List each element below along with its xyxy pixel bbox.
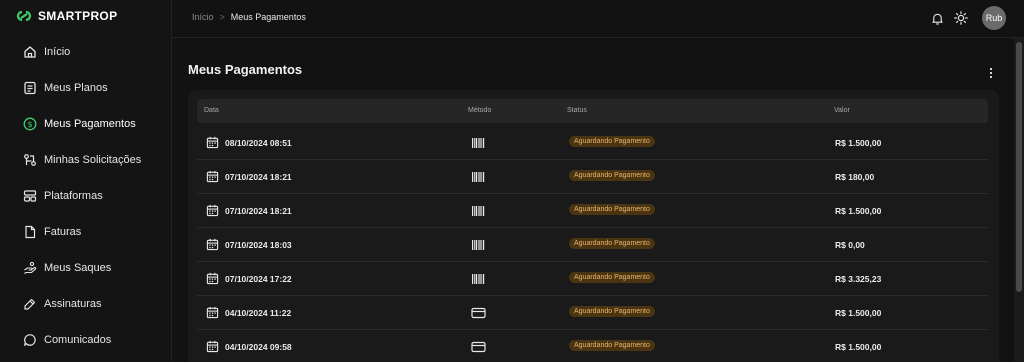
invoice-icon (23, 225, 37, 239)
breadcrumb-current: Meus Pagamentos (230, 12, 306, 22)
dollar-circle-icon: $ (23, 117, 37, 131)
avatar[interactable]: Rub (982, 6, 1006, 30)
column-header-date[interactable]: Data (204, 107, 219, 114)
calendar-icon (206, 204, 219, 217)
sidebar-item-plataformas[interactable]: Plataformas (0, 178, 172, 214)
barcode-icon (471, 171, 485, 185)
plans-icon (23, 81, 37, 95)
cell-date: 08/10/2024 08:51 (206, 136, 292, 149)
requests-icon (23, 153, 37, 167)
date-text: 07/10/2024 18:03 (225, 239, 292, 250)
sidebar-nav: Início Meus Planos $ Meus Pagamentos Min… (0, 34, 172, 358)
date-text: 07/10/2024 18:21 (225, 171, 292, 182)
sidebar-item-label: Início (44, 46, 71, 58)
table-row[interactable]: 07/10/2024 17:22 Aguardando Pagamento R$ 3… (197, 262, 988, 296)
status-badge: Aguardando Pagamento (569, 204, 655, 215)
date-text: 08/10/2024 08:51 (225, 137, 292, 148)
date-text: 07/10/2024 18:21 (225, 205, 292, 216)
sidebar-item-comunicados[interactable]: Comunicados (0, 322, 172, 358)
chat-icon (23, 333, 37, 347)
status-badge: Aguardando Pagamento (569, 136, 655, 147)
barcode-icon (471, 205, 485, 219)
withdraw-icon (23, 261, 37, 275)
value-text: R$ 1.500,00 (835, 342, 882, 352)
calendar-icon (206, 340, 219, 353)
bell-icon[interactable] (930, 11, 944, 25)
signature-icon (23, 297, 37, 311)
sidebar-item-label: Plataformas (44, 190, 103, 202)
sun-icon[interactable] (954, 11, 968, 25)
logo-icon (16, 10, 32, 22)
sidebar: SMARTPROP Início Meus Planos $ Meus Paga… (0, 0, 172, 362)
page-title: Meus Pagamentos (188, 62, 303, 77)
sidebar-item-meus-planos[interactable]: Meus Planos (0, 70, 172, 106)
calendar-icon (206, 238, 219, 251)
logo[interactable]: SMARTPROP (15, 8, 117, 24)
column-header-status[interactable]: Status (567, 107, 587, 114)
table-row[interactable]: 07/10/2024 18:21 Aguardando Pagamento R$ 1… (197, 194, 988, 228)
date-text: 07/10/2024 17:22 (225, 273, 292, 284)
sidebar-item-minhas-solicitacoes[interactable]: Minhas Solicitações (0, 142, 172, 178)
more-options-icon[interactable] (984, 66, 998, 80)
svg-text:$: $ (27, 120, 32, 129)
sidebar-item-inicio[interactable]: Início (0, 34, 172, 70)
barcode-icon (471, 239, 485, 253)
table-header: Data Método Status Valor (197, 99, 988, 123)
value-text: R$ 180,00 (835, 172, 875, 182)
home-icon (23, 45, 37, 59)
value-text: R$ 0,00 (835, 240, 865, 250)
sidebar-item-meus-saques[interactable]: Meus Saques (0, 250, 172, 286)
status-badge: Aguardando Pagamento (569, 238, 655, 249)
calendar-icon (206, 136, 219, 149)
table-row[interactable]: 04/10/2024 09:58 Aguardando Pagamento R$ 1… (197, 330, 988, 362)
barcode-icon (471, 137, 485, 151)
scrollbar-thumb[interactable] (1016, 42, 1022, 292)
sidebar-item-label: Faturas (44, 226, 82, 238)
date-text: 04/10/2024 11:22 (225, 307, 292, 318)
sidebar-item-faturas[interactable]: Faturas (0, 214, 172, 250)
sidebar-item-label: Meus Planos (44, 82, 108, 94)
cell-date: 07/10/2024 18:03 (206, 238, 292, 251)
sidebar-item-label: Meus Pagamentos (44, 118, 136, 130)
calendar-icon (206, 170, 219, 183)
cell-date: 04/10/2024 11:22 (206, 306, 291, 319)
status-badge: Aguardando Pagamento (569, 170, 655, 181)
barcode-icon (471, 273, 485, 287)
calendar-icon (206, 272, 219, 285)
logo-text: SMARTPROP (38, 9, 118, 23)
status-badge: Aguardando Pagamento (569, 306, 655, 317)
calendar-icon (206, 306, 219, 319)
breadcrumb-home-link[interactable]: Início (192, 12, 214, 22)
table-row[interactable]: 07/10/2024 18:21 Aguardando Pagamento R$ 1… (197, 160, 988, 194)
sidebar-item-label: Comunicados (44, 334, 112, 346)
card-icon (471, 307, 486, 321)
column-header-method[interactable]: Método (468, 107, 491, 114)
breadcrumb: Início > Meus Pagamentos (192, 12, 306, 22)
column-header-value[interactable]: Valor (834, 107, 850, 114)
cell-date: 04/10/2024 09:58 (206, 340, 292, 353)
cell-date: 07/10/2024 18:21 (206, 170, 292, 183)
value-text: R$ 1.500,00 (835, 138, 882, 148)
table-row[interactable]: 04/10/2024 11:22 Aguardando Pagamento R$ 1… (197, 296, 988, 330)
breadcrumb-separator: > (219, 12, 225, 22)
sidebar-item-label: Assinaturas (44, 298, 102, 310)
sidebar-item-label: Meus Saques (44, 262, 112, 274)
status-badge: Aguardando Pagamento (569, 340, 655, 351)
sidebar-item-meus-pagamentos[interactable]: $ Meus Pagamentos (0, 106, 172, 142)
table-row[interactable]: 07/10/2024 18:03 Aguardando Pagamento R$ 0… (197, 228, 988, 262)
value-text: R$ 3.325,23 (835, 274, 882, 284)
table-row[interactable]: 08/10/2024 08:51 Aguardando Pagamento R$ 1… (197, 126, 988, 160)
value-text: R$ 1.500,00 (835, 308, 882, 318)
date-text: 04/10/2024 09:58 (225, 341, 292, 352)
cell-date: 07/10/2024 17:22 (206, 272, 292, 285)
platforms-icon (23, 189, 37, 203)
status-badge: Aguardando Pagamento (569, 272, 655, 283)
sidebar-item-assinaturas[interactable]: Assinaturas (0, 286, 172, 322)
cell-date: 07/10/2024 18:21 (206, 204, 292, 217)
top-header: Início > Meus Pagamentos Rub (172, 0, 1024, 38)
sidebar-item-label: Minhas Solicitações (44, 154, 142, 166)
payments-table-body: 08/10/2024 08:51 Aguardando Pagamento R$ 1… (197, 126, 988, 362)
card-icon (471, 341, 486, 355)
value-text: R$ 1.500,00 (835, 206, 882, 216)
